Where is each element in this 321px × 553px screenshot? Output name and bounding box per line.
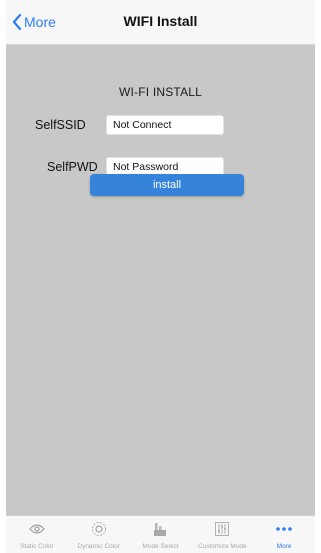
page-title: WIFI Install <box>123 13 198 29</box>
equalizer-icon <box>191 520 253 538</box>
tab-dynamic-color[interactable]: Dynamic Color <box>68 516 130 553</box>
tab-label: Dynamic Color <box>77 543 120 550</box>
eye-icon <box>68 520 130 538</box>
tab-mode-select[interactable]: Mode Select <box>130 516 192 553</box>
install-button[interactable]: install <box>90 174 244 196</box>
tab-label: More <box>276 543 292 550</box>
content-area: WI-FI INSTALL SelfSSID SelfPWD install <box>6 45 315 515</box>
section-heading: WI-FI INSTALL <box>118 85 203 99</box>
tab-label: Mode Select <box>142 543 179 550</box>
app-screen: More WIFI Install WI-FI INSTALL SelfSSID… <box>6 0 315 553</box>
more-dots-icon <box>253 520 315 538</box>
tab-more[interactable]: More <box>253 516 315 553</box>
pwd-label: SelfPWD <box>47 160 98 174</box>
mode-select-icon <box>130 520 192 538</box>
tab-label: Customize Mode <box>197 543 247 550</box>
ssid-field[interactable] <box>106 115 224 135</box>
tab-label: Static Color <box>20 543 54 550</box>
tab-bar: Static Color Dynamic Color Mode Select C… <box>6 515 315 553</box>
navigation-bar: More WIFI Install <box>6 0 315 45</box>
tab-customize-mode[interactable]: Customize Mode <box>191 516 253 553</box>
eye-icon <box>6 520 68 538</box>
tab-static-color[interactable]: Static Color <box>6 516 68 553</box>
ssid-label: SelfSSID <box>35 118 86 132</box>
